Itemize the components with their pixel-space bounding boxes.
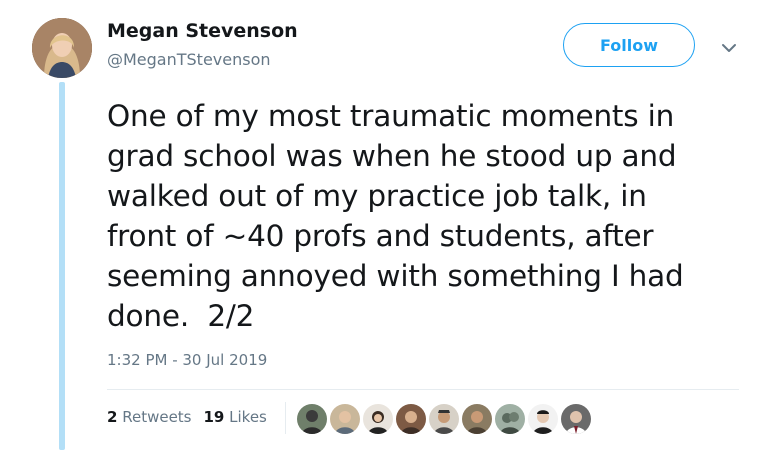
liker-avatar[interactable] <box>495 404 525 434</box>
retweets-stat[interactable]: 2 Retweets <box>107 408 192 426</box>
retweets-label: Retweets <box>122 408 192 426</box>
divider <box>107 389 739 390</box>
likes-label: Likes <box>229 408 267 426</box>
liker-avatar[interactable] <box>429 404 459 434</box>
retweets-count: 2 <box>107 408 118 426</box>
tweet-timestamp[interactable]: 1:32 PM - 30 Jul 2019 <box>107 351 267 369</box>
liker-avatar[interactable] <box>330 404 360 434</box>
liker-avatar[interactable] <box>363 404 393 434</box>
liker-avatar[interactable] <box>462 404 492 434</box>
author-handle[interactable]: @MeganTStevenson <box>107 50 271 69</box>
stats-separator <box>285 402 286 434</box>
tweet-card: Megan Stevenson @MeganTStevenson Follow … <box>0 0 757 450</box>
liker-avatar[interactable] <box>396 404 426 434</box>
chevron-down-icon[interactable] <box>719 38 739 58</box>
thread-line <box>59 82 65 450</box>
author-avatar[interactable] <box>32 18 92 78</box>
likes-count: 19 <box>203 408 225 426</box>
liker-avatar[interactable] <box>297 404 327 434</box>
tweet-text: One of my most traumatic moments in grad… <box>107 99 684 333</box>
tweet-stats: 2 Retweets 19 Likes <box>107 408 267 426</box>
author-name[interactable]: Megan Stevenson <box>107 20 298 42</box>
follow-button[interactable]: Follow <box>563 23 695 67</box>
likes-stat[interactable]: 19 Likes <box>204 408 267 426</box>
liker-avatar[interactable] <box>528 404 558 434</box>
likers-avatars <box>297 404 591 434</box>
liker-avatar[interactable] <box>561 404 591 434</box>
